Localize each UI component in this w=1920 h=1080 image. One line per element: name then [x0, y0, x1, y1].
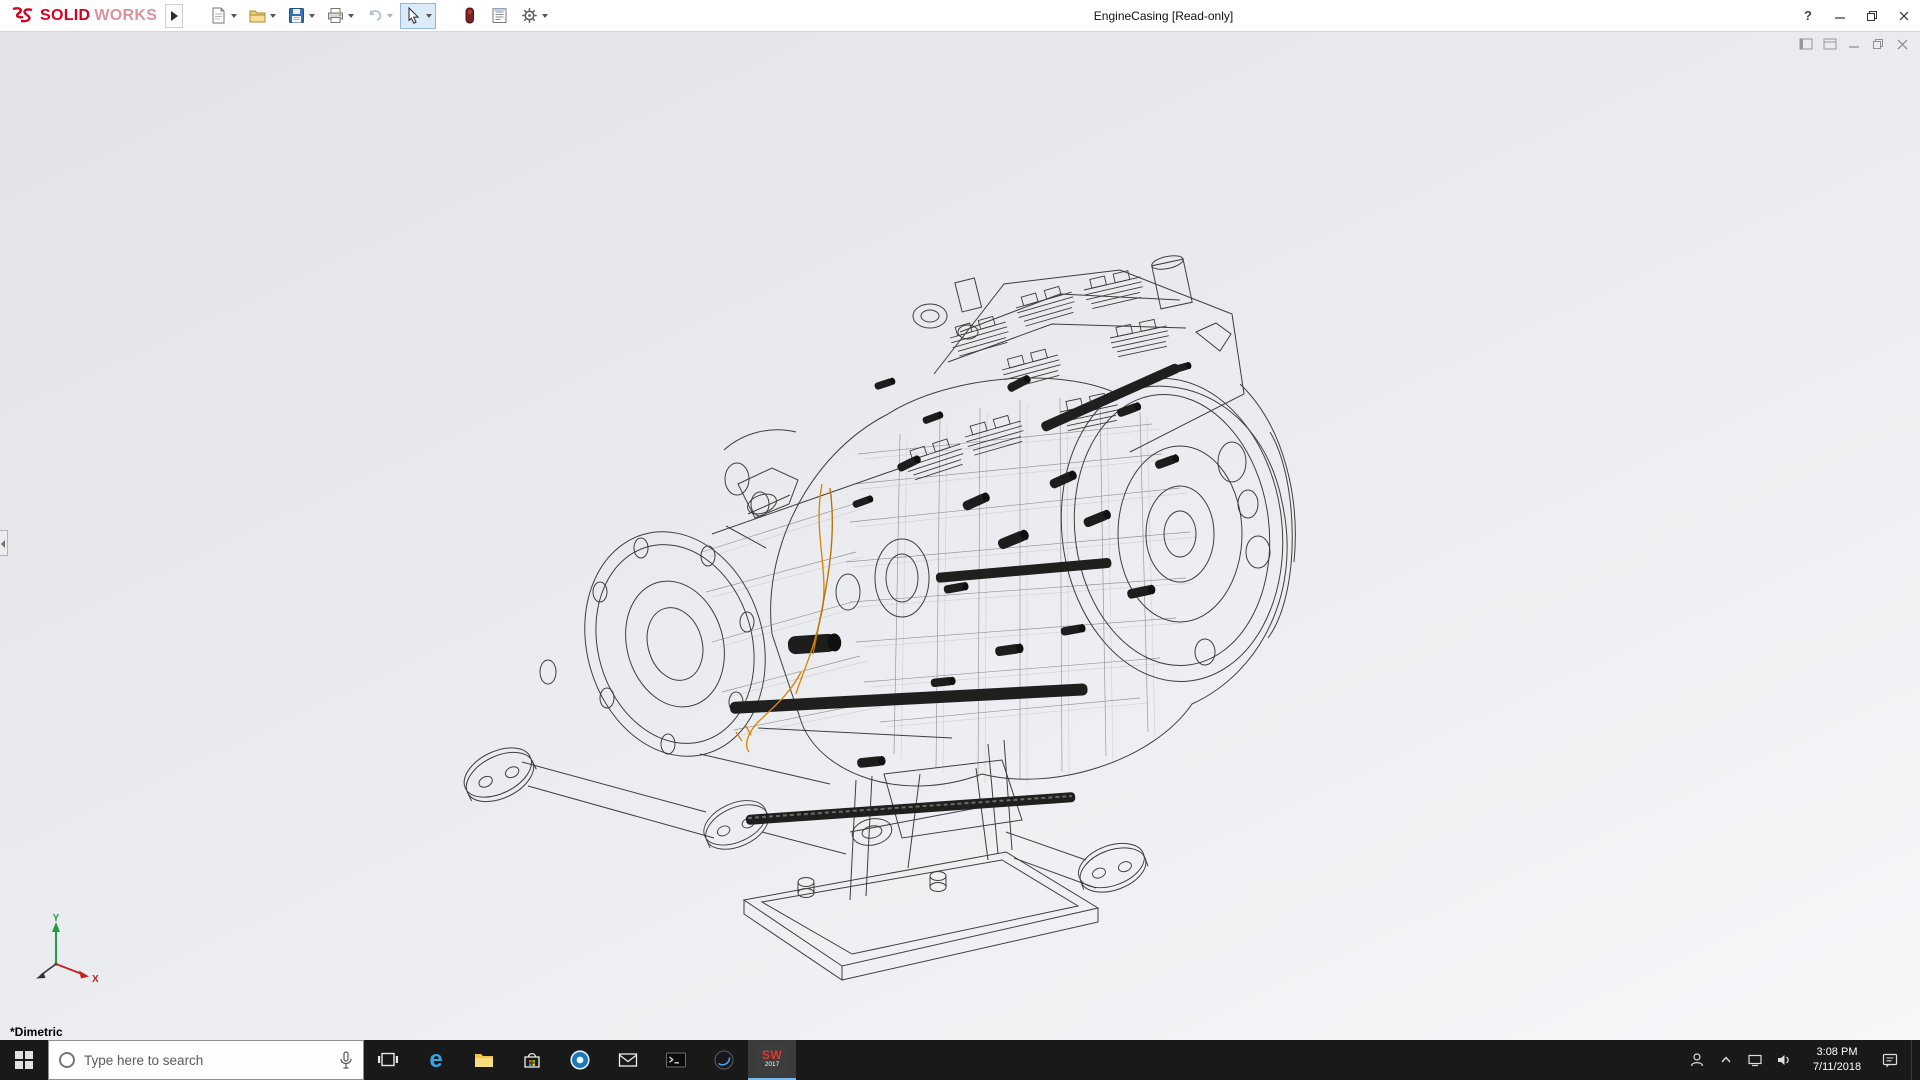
- windows-logo-icon: [15, 1051, 33, 1069]
- microphone-icon[interactable]: [339, 1051, 353, 1069]
- ds-logo-icon: [10, 6, 36, 26]
- volume-icon[interactable]: [1776, 1052, 1792, 1068]
- file-properties-icon: [490, 6, 509, 25]
- help-button[interactable]: ?: [1792, 0, 1824, 31]
- print-icon: [326, 6, 345, 25]
- restore-icon: [1866, 10, 1878, 22]
- dropdown-arrow-icon[interactable]: [231, 14, 237, 18]
- solidworks-icon: SW 2017: [757, 1044, 787, 1074]
- dropdown-arrow-icon[interactable]: [348, 14, 354, 18]
- view-orientation-label: *Dimetric: [10, 1025, 63, 1039]
- cortana-icon: [59, 1052, 75, 1068]
- help-label: ?: [1804, 8, 1812, 23]
- rebuild-stoplight-icon: [460, 6, 479, 25]
- restore-button[interactable]: [1856, 0, 1888, 31]
- people-icon[interactable]: [1689, 1052, 1705, 1068]
- task-view-button[interactable]: [364, 1040, 412, 1080]
- save-button[interactable]: [283, 3, 319, 29]
- sw-badge-bottom: 2017: [765, 1062, 779, 1069]
- store-icon: [521, 1049, 543, 1071]
- flyout-arrow-icon: [171, 11, 178, 21]
- taskbar-app-edge[interactable]: e: [412, 1040, 460, 1080]
- file-explorer-icon: [473, 1049, 495, 1071]
- brand-works: WORKS: [94, 7, 157, 25]
- main-toolbar: [205, 3, 552, 29]
- options-button[interactable]: [516, 3, 552, 29]
- dropdown-arrow-icon[interactable]: [387, 14, 393, 18]
- taskbar-app-terminal[interactable]: [652, 1040, 700, 1080]
- taskbar-app-file-explorer[interactable]: [460, 1040, 508, 1080]
- dropdown-arrow-icon[interactable]: [309, 14, 315, 18]
- browser-circle-icon: [569, 1049, 591, 1071]
- model-wireframe[interactable]: [0, 32, 1920, 1040]
- new-document-icon: [209, 6, 228, 25]
- windows-taskbar: e: [0, 1040, 1920, 1080]
- solidworks-logo: SOLIDWORKS: [0, 6, 161, 26]
- dropdown-arrow-icon[interactable]: [542, 14, 548, 18]
- taskbar-app-mail[interactable]: [604, 1040, 652, 1080]
- document-title: EngineCasing [Read-only]: [1094, 9, 1233, 23]
- window-controls: ?: [1792, 0, 1920, 31]
- dropdown-arrow-icon[interactable]: [426, 14, 432, 18]
- hidden-icons-caret[interactable]: [1718, 1052, 1734, 1068]
- close-icon: [1898, 10, 1910, 22]
- orientation-triad[interactable]: Y X: [26, 912, 106, 996]
- system-tray: 3:08 PM 7/11/2018: [1689, 1040, 1920, 1080]
- open-folder-icon: [248, 6, 267, 25]
- minimize-button[interactable]: [1824, 0, 1856, 31]
- close-button[interactable]: [1888, 0, 1920, 31]
- show-desktop-button[interactable]: [1911, 1040, 1916, 1080]
- sw-badge-top: SW: [762, 1049, 782, 1061]
- brand-solid: SOLID: [40, 7, 90, 25]
- new-document-button[interactable]: [205, 3, 241, 29]
- save-icon: [287, 6, 306, 25]
- network-icon[interactable]: [1747, 1052, 1763, 1068]
- triad-x-label: X: [92, 974, 99, 985]
- rebuild-button[interactable]: [456, 3, 483, 29]
- triad-y-label: Y: [53, 913, 60, 924]
- print-button[interactable]: [322, 3, 358, 29]
- start-button[interactable]: [0, 1040, 48, 1080]
- solidworks-window: SOLIDWORKS: [0, 0, 1920, 1080]
- taskbar-app-circle[interactable]: [700, 1040, 748, 1080]
- select-cursor-icon: [404, 6, 423, 25]
- taskbar-search[interactable]: [48, 1040, 364, 1080]
- menu-flyout-button[interactable]: [165, 4, 183, 28]
- undo-button[interactable]: [361, 3, 397, 29]
- search-input[interactable]: [84, 1053, 330, 1068]
- dropdown-arrow-icon[interactable]: [270, 14, 276, 18]
- open-button[interactable]: [244, 3, 280, 29]
- graphics-area[interactable]: Y X *Dimetric: [0, 32, 1920, 1040]
- minimize-icon: [1834, 10, 1846, 22]
- taskbar-app-solidworks[interactable]: SW 2017: [748, 1040, 796, 1080]
- options-gear-icon: [520, 6, 539, 25]
- mail-icon: [617, 1049, 639, 1071]
- clock-time: 3:08 PM: [1805, 1045, 1869, 1060]
- taskbar-app-browser[interactable]: [556, 1040, 604, 1080]
- terminal-icon: [665, 1049, 687, 1071]
- taskbar-app-store[interactable]: [508, 1040, 556, 1080]
- dark-circle-app-icon: [713, 1049, 735, 1071]
- action-center-icon[interactable]: [1882, 1052, 1898, 1068]
- task-view-icon: [377, 1049, 399, 1071]
- file-properties-button[interactable]: [486, 3, 513, 29]
- clock-date: 7/11/2018: [1805, 1060, 1869, 1075]
- undo-icon: [365, 6, 384, 25]
- taskbar-clock[interactable]: 3:08 PM 7/11/2018: [1805, 1045, 1869, 1075]
- titlebar: SOLIDWORKS: [0, 0, 1920, 32]
- select-button[interactable]: [400, 3, 436, 29]
- edge-icon: e: [429, 1048, 442, 1072]
